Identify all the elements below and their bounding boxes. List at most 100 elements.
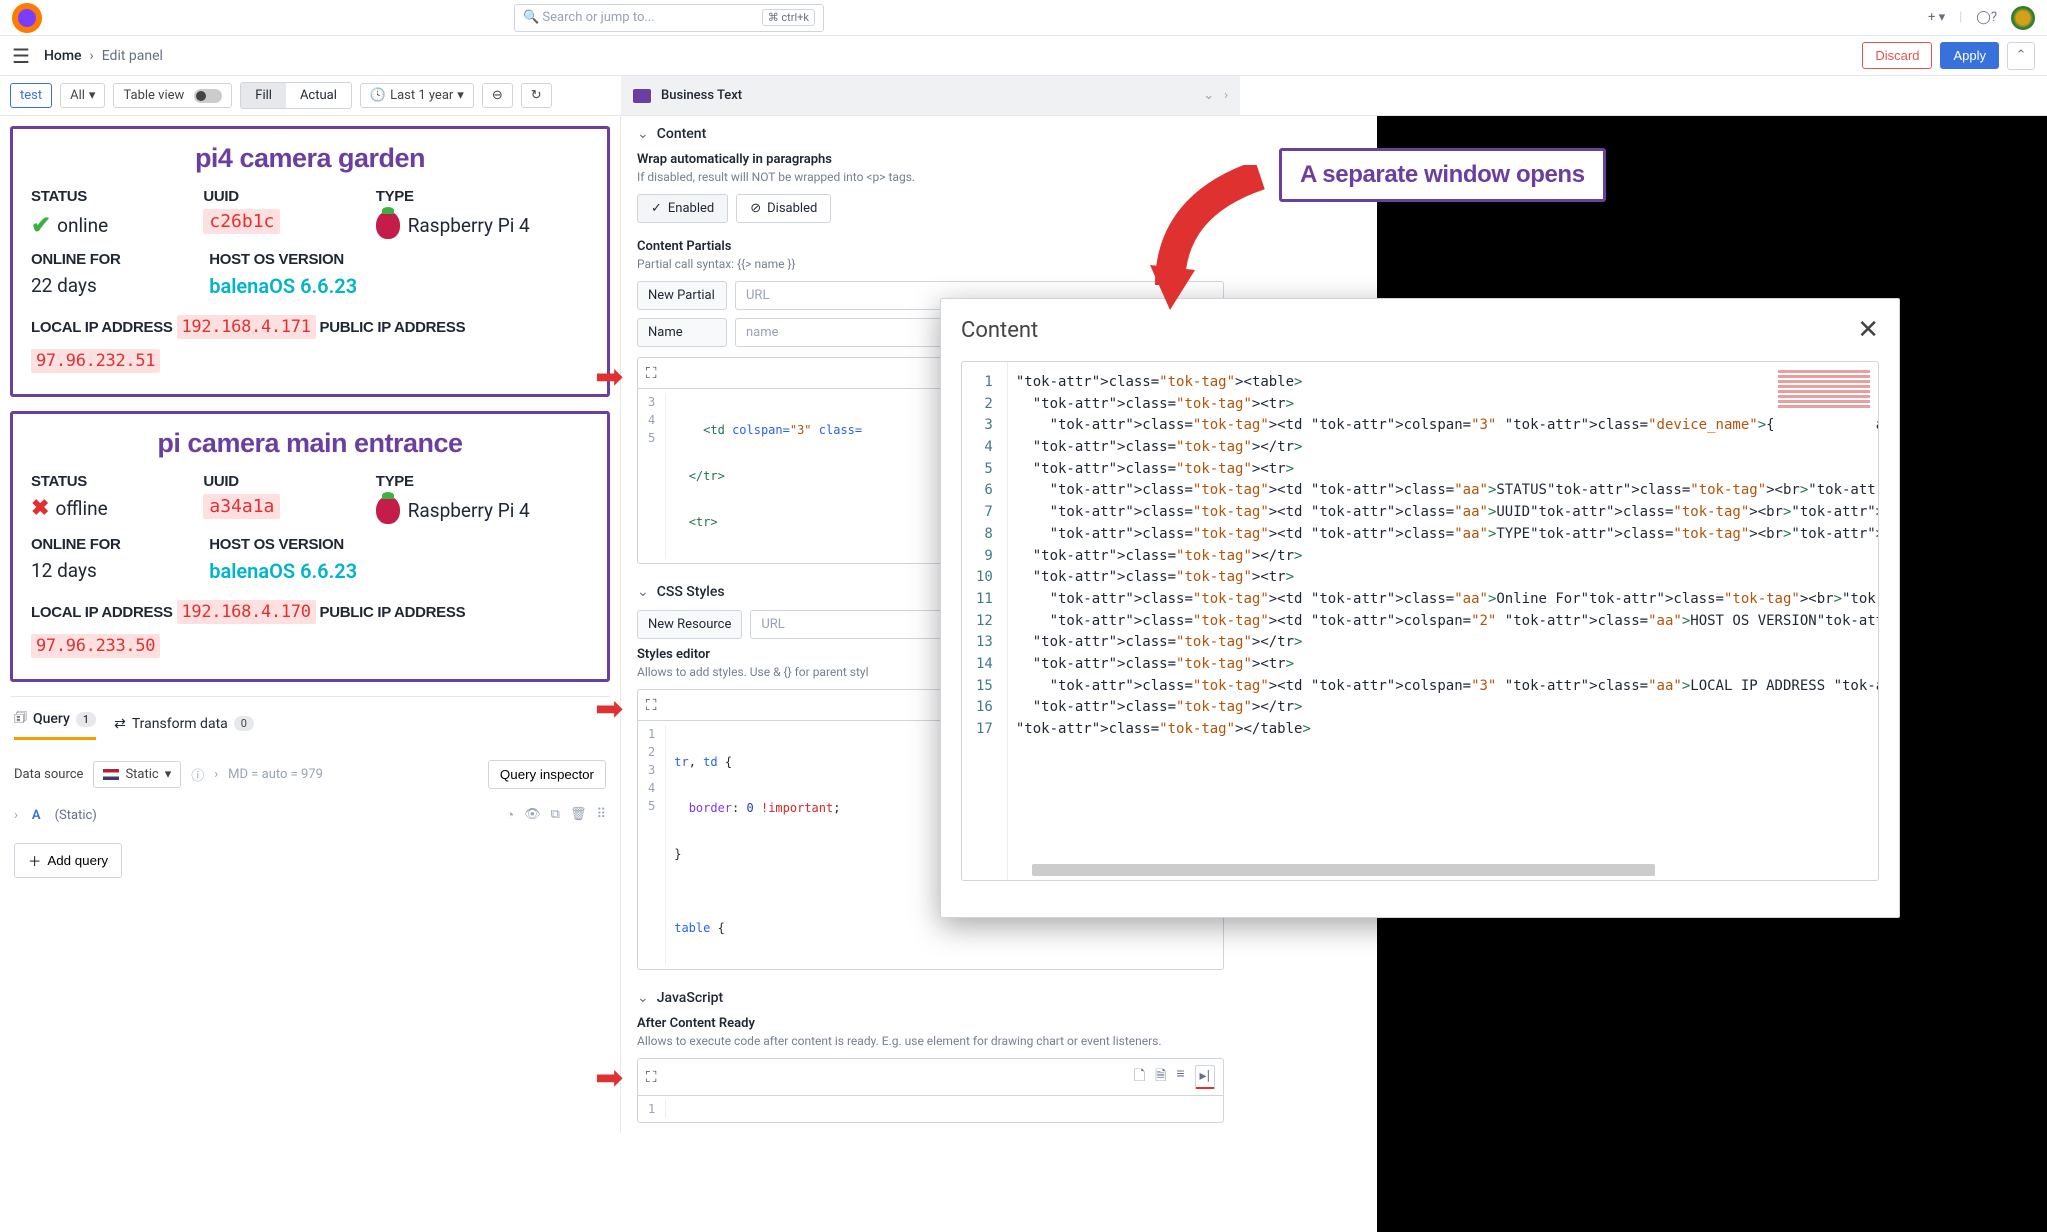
eye-icon[interactable]: 👁 [524, 807, 541, 823]
expand-icon[interactable]: ⛶ [646, 1068, 657, 1086]
uuid-value: c26b1c [203, 209, 280, 234]
panel-type-name: Business Text [661, 88, 742, 103]
fill-actual-segment[interactable]: Fill Actual [240, 82, 352, 109]
breadcrumb-current: Edit panel [102, 48, 163, 64]
top-right-controls: + ▾ | ◯? [1928, 6, 2035, 30]
time-range-picker[interactable]: 🕓 Last 1 year ▾ [360, 83, 474, 108]
wrap-desc: If disabled, result will NOT be wrapped … [637, 170, 1224, 184]
annotation-arrow-icon: ➡ [595, 689, 624, 729]
drag-icon[interactable]: ⠿ [596, 807, 606, 823]
query-row-actions: ◔ 👁 ⧉ 🗑 ⠿ [506, 807, 606, 823]
panel-type-bar[interactable]: Business Text ⌄ › [621, 76, 1240, 116]
hostos-label: HOST OS VERSION [209, 251, 589, 268]
chevron-down-icon[interactable]: ⌄ [1203, 88, 1214, 103]
expand-icon[interactable]: ⛶ [646, 364, 657, 382]
wrap-icon[interactable]: ≡ [1176, 1065, 1184, 1089]
device-card: pi camera main entrance STATUS ✖offline … [10, 411, 610, 682]
x-icon: ✖ [31, 496, 49, 521]
device-card: pi4 camera garden STATUS ✔online UUID c2… [10, 126, 610, 397]
check-icon: ✔ [31, 211, 51, 239]
query-type: (Static) [55, 808, 97, 823]
disabled-button[interactable]: ⊘ Disabled [736, 194, 831, 223]
name-label: Name [637, 318, 727, 347]
query-letter: A [32, 808, 41, 823]
add-query-button[interactable]: ＋ Add query [14, 843, 122, 878]
header-bar: ☰ Home › Edit panel Discard Apply ⌃ [0, 36, 2047, 76]
app-logo[interactable] [12, 3, 42, 33]
collapse-icon[interactable]: ⌃ [2007, 42, 2035, 70]
partials-desc: Partial call syntax: {{> name }} [637, 257, 1224, 271]
online-for-label: ONLINE FOR [31, 251, 189, 268]
section-header[interactable]: ⌄Content [637, 126, 1224, 142]
content-modal: Content ✕ 1234567891011121314151617 "tok… [940, 298, 1900, 918]
discard-button[interactable]: Discard [1862, 42, 1932, 69]
datasource-label: Data source [14, 767, 83, 782]
menu-icon[interactable]: ☰ [12, 44, 30, 68]
expand-icon[interactable]: ⛶ [646, 696, 657, 714]
zoom-out-icon[interactable]: ⊖ [482, 83, 513, 108]
info-icon[interactable]: ⓘ [191, 765, 204, 784]
horizontal-scrollbar[interactable] [1032, 864, 1655, 876]
add-menu[interactable]: + ▾ [1928, 10, 1945, 25]
breadcrumb-home[interactable]: Home [44, 48, 82, 64]
search-icon: 🔍 [523, 10, 539, 25]
chevron-right-icon[interactable]: › [214, 767, 218, 782]
datasource-row: Data source Static ▾ ⓘ › MD = auto = 979… [10, 750, 610, 799]
file-icon[interactable]: 🗋 [1134, 1065, 1145, 1089]
copy-icon[interactable]: ⧉ [551, 807, 560, 823]
table-view-toggle[interactable]: Table view [113, 83, 232, 108]
actual-option[interactable]: Actual [286, 83, 351, 108]
panel-type-icon [633, 89, 651, 103]
annotation-arrow-icon: ➡ [595, 1058, 624, 1098]
enabled-button[interactable]: ✓ Enabled [637, 194, 728, 223]
all-dropdown[interactable]: All ▾ [60, 83, 105, 108]
js-code[interactable]: 1 [637, 1095, 1224, 1123]
new-resource-label: New Resource [637, 610, 742, 639]
datasource-select[interactable]: Static ▾ [93, 761, 181, 788]
file-text-icon[interactable]: 🗎 [1155, 1065, 1166, 1089]
type-value: Raspberry Pi 4 [376, 211, 589, 239]
close-icon[interactable]: ✕ [1857, 315, 1879, 345]
md-text: MD = auto = 979 [228, 767, 323, 782]
global-search[interactable]: 🔍 Search or jump to... ⌘ ctrl+k [514, 4, 824, 32]
search-placeholder: Search or jump to... [542, 10, 654, 25]
hostos-value: balenaOS 6.6.23 [209, 274, 589, 298]
trash-icon[interactable]: 🗑 [570, 807, 587, 823]
uuid-label: UUID [203, 188, 355, 205]
header-actions: Discard Apply ⌃ [1862, 42, 2035, 70]
js-section: ⌄JavaScript After Content Ready Allows t… [621, 980, 1240, 1133]
type-label: TYPE [376, 188, 589, 205]
modal-code-editor[interactable]: 1234567891011121314151617 "tok-attr">cla… [961, 361, 1879, 881]
chevron-right-icon[interactable]: › [1224, 88, 1228, 103]
tab-transform[interactable]: ⇄ Transform data 0 [114, 716, 254, 732]
minimap[interactable] [1774, 368, 1874, 438]
apply-button[interactable]: Apply [1940, 42, 1999, 69]
query-row[interactable]: › A (Static) ◔ 👁 ⧉ 🗑 ⠿ [10, 799, 610, 831]
help-icon[interactable]: ◯? [1976, 10, 1997, 25]
tab-query[interactable]: 🗊 Query 1 [14, 707, 96, 740]
raspberry-icon [376, 496, 400, 524]
device-title: pi4 camera garden [31, 143, 589, 174]
query-inspector-button[interactable]: Query inspector [488, 760, 606, 789]
online-for-value: 22 days [31, 274, 189, 297]
top-bar: 🔍 Search or jump to... ⌘ ctrl+k + ▾ | ◯? [0, 0, 2047, 36]
new-partial-label: New Partial [637, 281, 727, 310]
partials-label: Content Partials [637, 239, 1224, 254]
run-icon[interactable]: ▸| [1195, 1065, 1215, 1089]
modal-title: Content [961, 318, 1038, 343]
device-title: pi camera main entrance [31, 428, 589, 459]
search-shortcut: ⌘ ctrl+k [762, 9, 815, 26]
test-button[interactable]: test [10, 83, 52, 108]
wrap-label: Wrap automatically in paragraphs [637, 152, 1224, 167]
fill-option[interactable]: Fill [241, 83, 286, 108]
divider: | [1959, 10, 1962, 25]
status-label: STATUS [31, 188, 183, 205]
refresh-icon[interactable]: ↻ [521, 83, 552, 108]
curved-arrow-icon [1140, 165, 1280, 315]
status-value: ✔online [31, 211, 183, 239]
duration-icon[interactable]: ◔ [506, 807, 514, 823]
breadcrumb-sep: › [90, 48, 94, 64]
user-avatar[interactable] [2011, 6, 2035, 30]
breadcrumb: Home › Edit panel [44, 48, 163, 64]
annotation-arrow-icon: ➡ [595, 357, 624, 397]
